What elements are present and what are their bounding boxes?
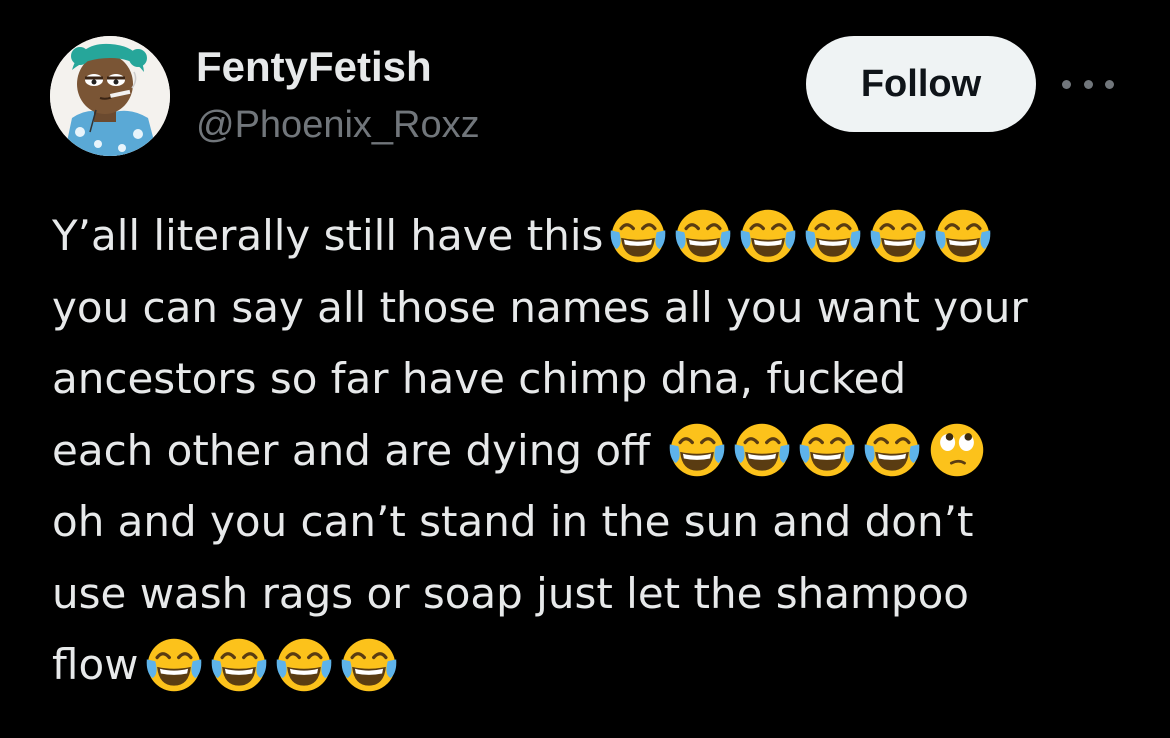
eye-roll-emoji-icon	[927, 420, 987, 480]
dot	[1083, 79, 1093, 89]
tweet-line-text: use wash rags or soap just let the shamp…	[52, 568, 969, 618]
follow-button[interactable]: Follow	[806, 36, 1036, 132]
avatar[interactable]	[50, 36, 170, 156]
tweet-line-text: ancestors so far have chimp dna, fucked	[52, 354, 907, 403]
tweet-line: ancestors so far have chimp dna, fucked	[52, 343, 1142, 415]
tweet-line-text: each other and are dying off	[52, 425, 650, 475]
dot	[1105, 79, 1114, 89]
tweet-line-text: oh and you can’t stand in the sun and do…	[52, 497, 974, 546]
tweet-line-text: Y’all literally still have this	[52, 211, 604, 260]
tears-of-joy-emoji-icon	[738, 206, 798, 266]
tweet-line-text: you can say all those names all you want…	[52, 282, 1028, 332]
author-display-name[interactable]: FentyFetish	[196, 41, 432, 93]
tears-of-joy-emoji-icon	[608, 206, 668, 266]
tears-of-joy-emoji-icon	[732, 420, 792, 480]
more-horizontal-icon[interactable]	[1062, 72, 1114, 96]
tears-of-joy-emoji-icon	[209, 635, 269, 695]
tears-of-joy-emoji-icon	[862, 420, 922, 480]
tweet-line: Y’all literally still have this	[52, 200, 1142, 272]
tears-of-joy-emoji-icon	[144, 635, 204, 695]
tears-of-joy-emoji-icon	[673, 206, 733, 266]
author-handle[interactable]: @Phoenix_Roxz	[196, 100, 480, 150]
tweet-line-text: flow	[52, 640, 139, 689]
tears-of-joy-emoji-icon	[797, 420, 857, 480]
tweet-line: flow	[52, 629, 1142, 701]
tweet-line: oh and you can’t stand in the sun and do…	[52, 486, 1142, 558]
tears-of-joy-emoji-icon	[803, 206, 863, 266]
dot	[1062, 79, 1071, 89]
tweet-line: you can say all those names all you want…	[52, 272, 1142, 344]
tweet-line: use wash rags or soap just let the shamp…	[52, 558, 1142, 630]
avatar-image	[50, 36, 170, 156]
tweet-line: each other and are dying off	[52, 415, 1142, 487]
tears-of-joy-emoji-icon	[667, 420, 727, 480]
tears-of-joy-emoji-icon	[339, 635, 399, 695]
tears-of-joy-emoji-icon	[868, 206, 928, 266]
tweet-text: Y’all literally still have this you can …	[52, 200, 1142, 701]
tears-of-joy-emoji-icon	[274, 635, 334, 695]
tears-of-joy-emoji-icon	[933, 206, 993, 266]
